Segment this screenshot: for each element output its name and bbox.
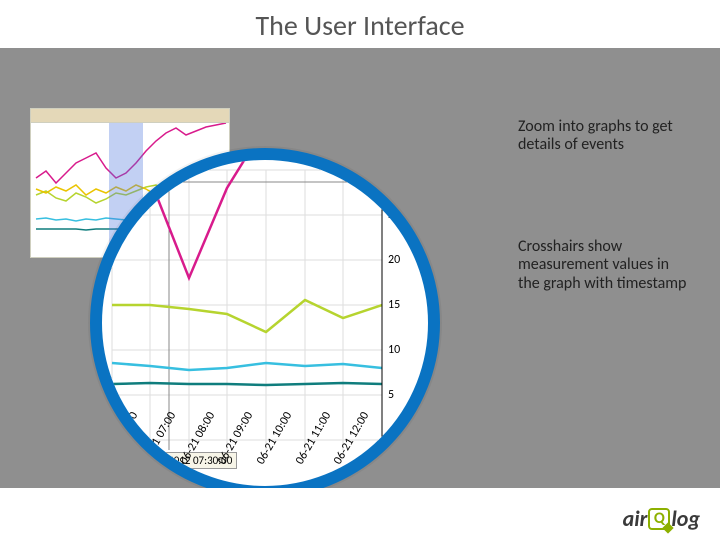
zoom-lens: 25 20 15 10 5 0 -5 23.65 Jun 21 2012 07:… xyxy=(90,148,440,498)
slide: The User Interface xyxy=(0,0,720,540)
logo-post: log xyxy=(671,505,700,532)
crosshair-value: 23.65 xyxy=(390,174,425,191)
ytick-25: 25 xyxy=(388,208,400,222)
caption-crosshair: Crosshairs show measurement values in th… xyxy=(518,238,688,293)
overview-toolbar xyxy=(31,109,229,123)
zoom-chart[interactable]: 25 20 15 10 5 0 -5 23.65 Jun 21 2012 07:… xyxy=(102,160,428,486)
ytick-5: 5 xyxy=(388,388,394,402)
page-title: The User Interface xyxy=(0,0,720,47)
caption-zoom: Zoom into graphs to get details of event… xyxy=(518,118,688,155)
logo: air Q log xyxy=(623,505,700,532)
content-area: 25 20 15 10 5 0 -5 23.65 Jun 21 2012 07:… xyxy=(0,48,720,488)
ytick-10: 10 xyxy=(388,343,400,357)
logo-q-icon: Q xyxy=(648,508,670,530)
footer: air Q log xyxy=(0,488,720,540)
ytick-15: 15 xyxy=(388,298,400,312)
ytick-20: 20 xyxy=(388,253,400,267)
logo-pre: air xyxy=(623,505,648,532)
